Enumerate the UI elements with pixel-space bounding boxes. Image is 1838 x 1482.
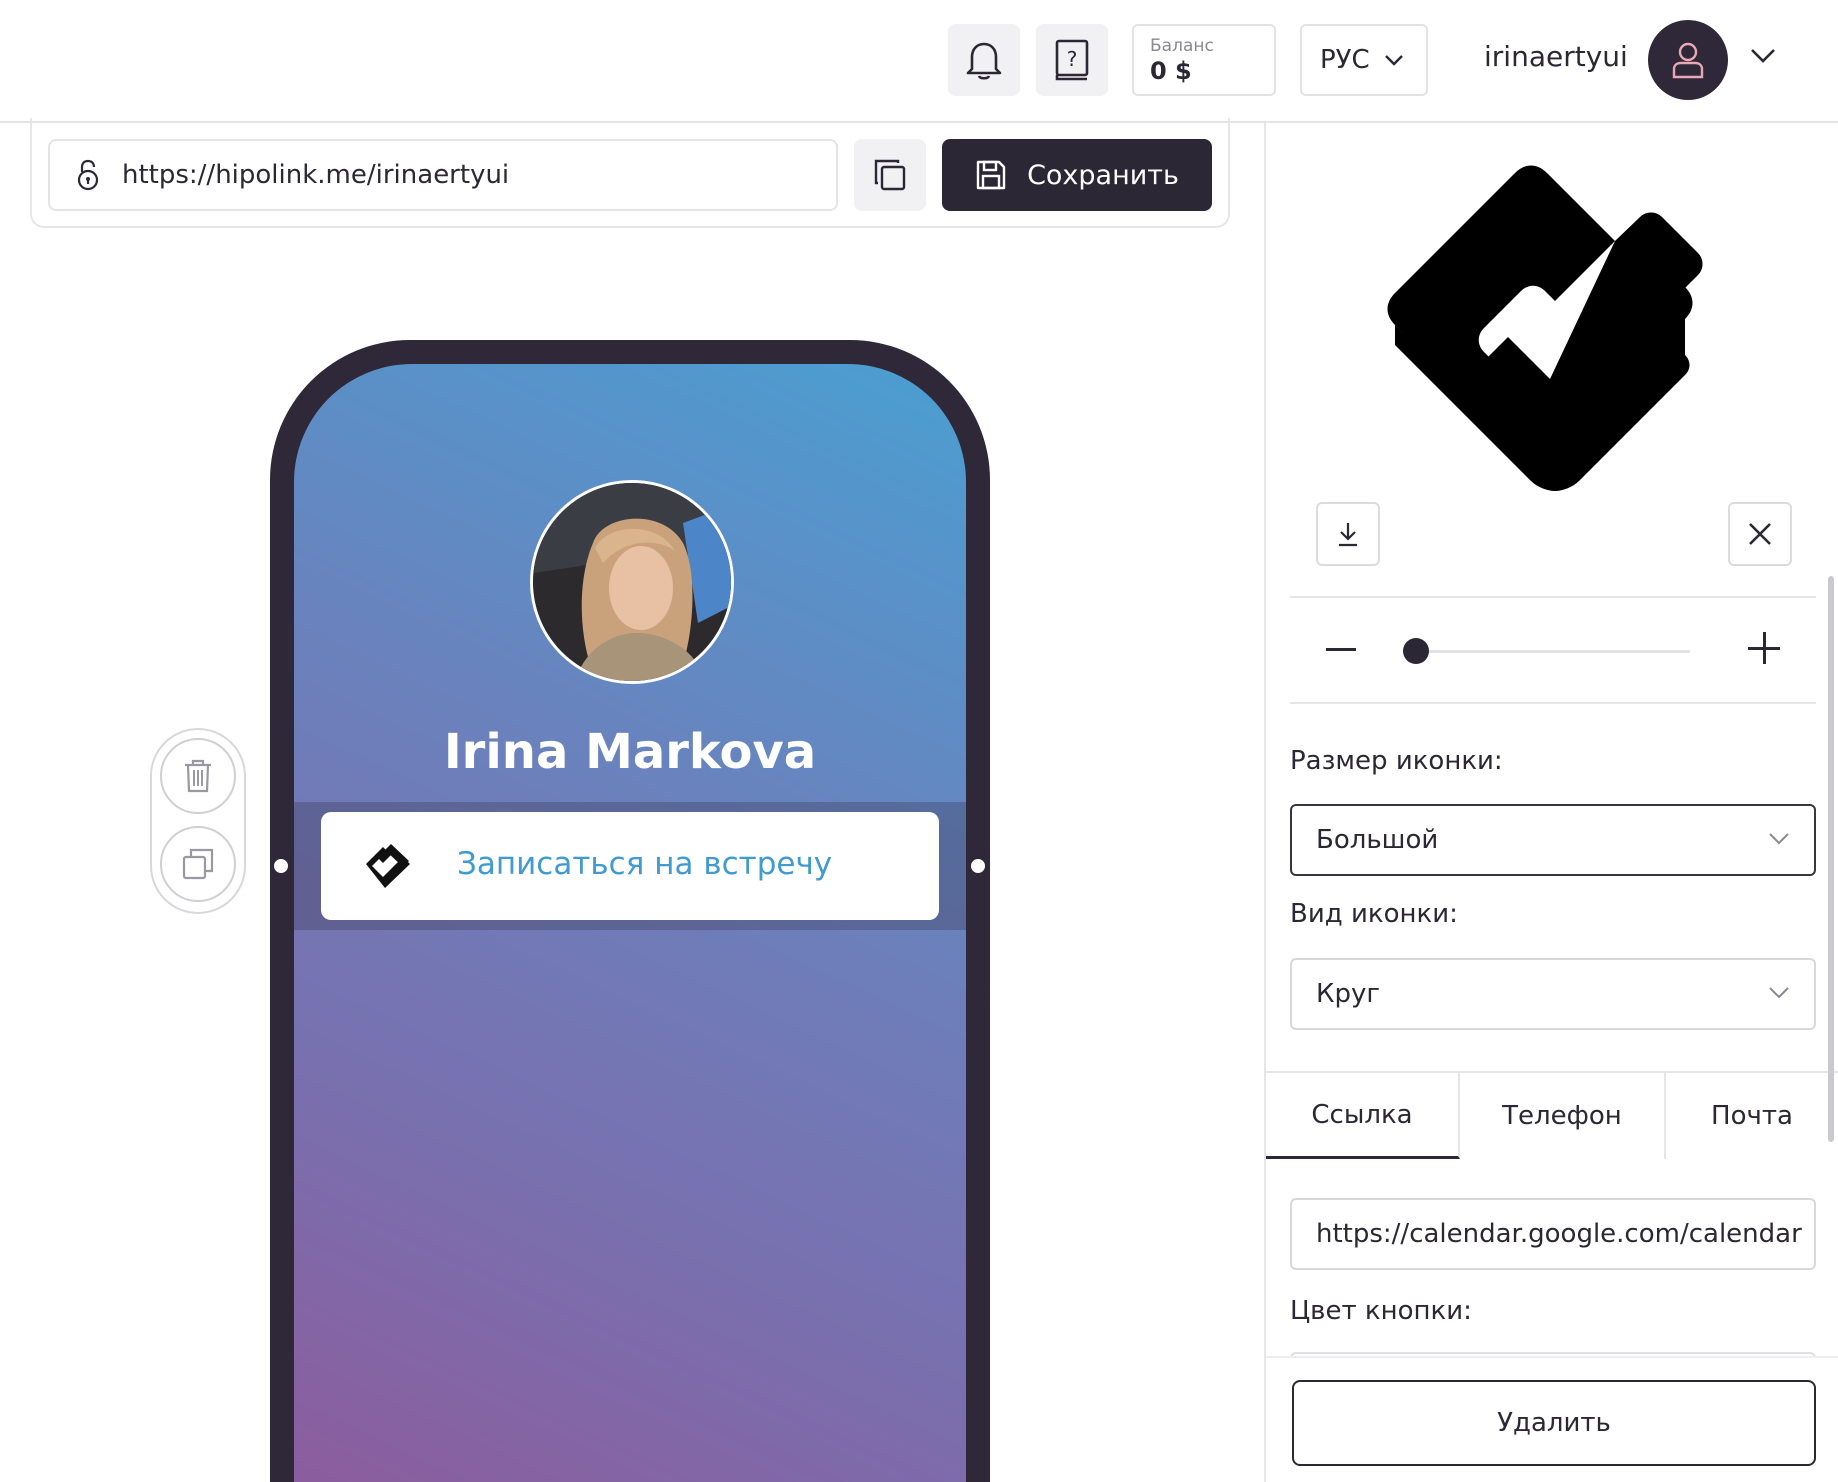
resize-handle-right[interactable] [969, 857, 987, 875]
divider [1290, 702, 1816, 704]
notifications-button[interactable] [948, 24, 1020, 96]
save-button[interactable]: Сохранить [942, 139, 1212, 211]
resize-handle-left[interactable] [272, 857, 290, 875]
profile-photo-image [533, 483, 731, 681]
icon-size-label: Размер иконки: [1290, 746, 1503, 776]
icon-type-label: Вид иконки: [1290, 899, 1458, 929]
link-url-value: https://calendar.google.com/calendar [1316, 1219, 1802, 1249]
zoom-out-button[interactable] [1326, 648, 1356, 651]
block-tools [150, 728, 246, 914]
language-select[interactable]: РУС [1300, 24, 1428, 96]
panel-scrollbar[interactable] [1828, 576, 1834, 1142]
duplicate-block-button[interactable] [160, 826, 236, 902]
language-value: РУС [1320, 45, 1370, 75]
chevron-down-icon [1384, 55, 1403, 66]
icon-type-value: Круг [1316, 979, 1381, 1009]
delete-button[interactable]: Удалить [1292, 1380, 1816, 1466]
svg-text:?: ? [1067, 47, 1078, 71]
tab-link[interactable]: Ссылка [1266, 1073, 1460, 1159]
profile-name: Irina Markova [443, 724, 817, 780]
delete-block-button[interactable] [160, 738, 236, 814]
bell-icon [966, 42, 1002, 80]
user-menu-chevron-icon[interactable] [1750, 48, 1776, 64]
help-button[interactable]: ? [1036, 24, 1108, 96]
tab-phone-label: Телефон [1502, 1101, 1622, 1131]
button-color-label: Цвет кнопки: [1290, 1296, 1472, 1326]
user-icon [1672, 42, 1704, 79]
copy-url-button[interactable] [854, 139, 926, 211]
zoom-slider-track[interactable] [1414, 650, 1690, 653]
link-url-input[interactable]: https://calendar.google.com/calendar [1290, 1198, 1816, 1270]
copy-icon [874, 159, 906, 191]
chevron-down-icon [1769, 833, 1789, 845]
floppy-disk-icon [976, 160, 1006, 190]
tab-phone[interactable]: Телефон [1460, 1073, 1666, 1159]
selected-icon-preview [1387, 165, 1703, 491]
delete-label: Удалить [1497, 1408, 1611, 1438]
username[interactable]: irinaertyui [1484, 40, 1628, 73]
icon-size-value: Большой [1316, 825, 1439, 855]
balance-label: Баланс [1150, 36, 1214, 56]
link-button-preview[interactable]: Записаться на встречу [321, 812, 939, 920]
balance-value: 0 $ [1150, 57, 1192, 85]
profile-avatar[interactable] [530, 480, 734, 684]
checkmark-badge-icon [366, 844, 410, 888]
tab-link-label: Ссылка [1311, 1099, 1413, 1130]
tab-email[interactable]: Почта [1666, 1073, 1838, 1159]
icon-type-select[interactable]: Круг [1290, 958, 1816, 1030]
chevron-down-icon [1769, 987, 1789, 999]
profile-url-text: https://hipolink.me/irinaertyui [122, 160, 510, 190]
lock-icon [77, 159, 99, 191]
link-button-text: Записаться на встречу [457, 846, 833, 882]
remove-icon-button[interactable] [1728, 502, 1792, 566]
download-icon-button[interactable] [1316, 502, 1380, 566]
profile-url-field[interactable]: https://hipolink.me/irinaertyui [48, 139, 838, 211]
balance-box[interactable]: Баланс 0 $ [1132, 24, 1276, 96]
user-avatar[interactable] [1648, 20, 1728, 100]
top-bar: ? Баланс 0 $ РУС irinaertyui [0, 0, 1838, 123]
tab-email-label: Почта [1711, 1101, 1793, 1131]
zoom-slider-handle[interactable] [1403, 638, 1429, 664]
divider [1290, 596, 1816, 598]
close-icon [1749, 523, 1771, 545]
link-type-tabs: Ссылка Телефон Почта [1266, 1071, 1838, 1159]
download-icon [1339, 523, 1357, 547]
zoom-in-button[interactable] [1748, 632, 1780, 664]
help-book-icon: ? [1055, 39, 1089, 81]
trash-icon [185, 759, 211, 793]
icon-size-select[interactable]: Большой [1290, 804, 1816, 876]
duplicate-icon [182, 848, 214, 880]
save-label: Сохранить [1027, 159, 1179, 191]
